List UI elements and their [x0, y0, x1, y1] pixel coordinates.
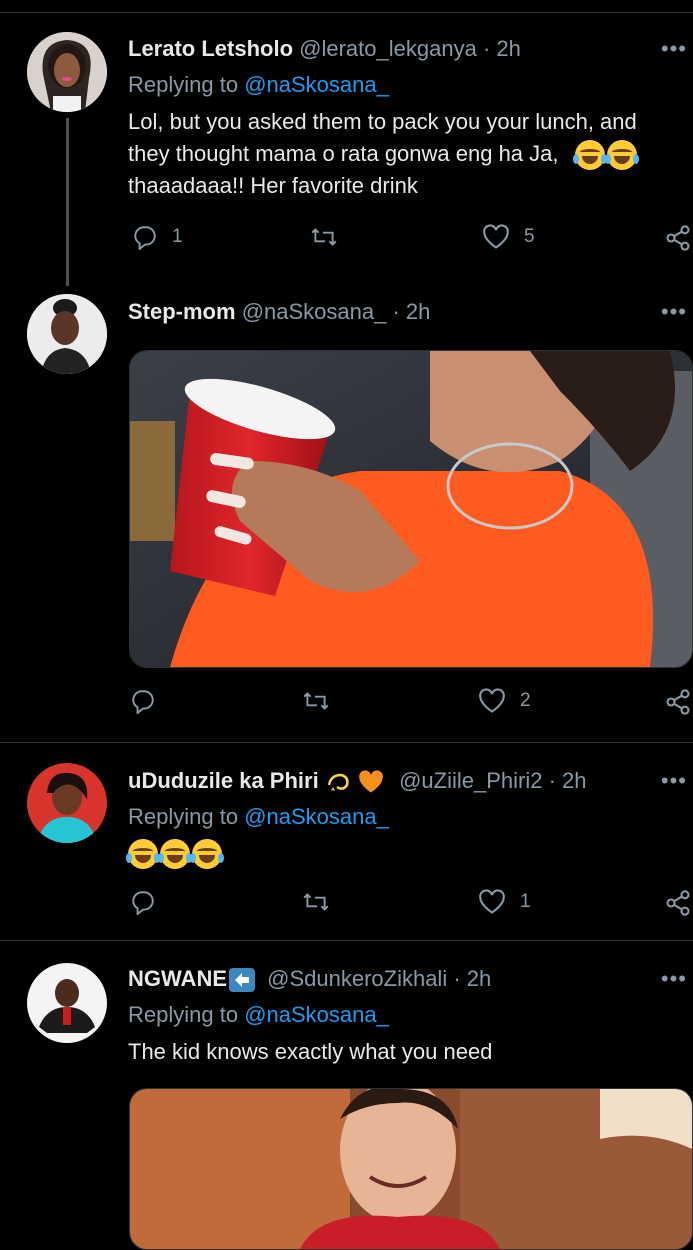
- tweet-text-line: Lol, but you asked them to pack you your…: [128, 109, 637, 134]
- tweet-text: The kid knows exactly what you need: [128, 1039, 493, 1064]
- tweet-text-line-2: they thought mama o rata gonwa eng ha Ja…: [128, 138, 691, 171]
- replying-prefix: Replying to: [128, 1002, 245, 1027]
- display-name[interactable]: NGWANE: [128, 966, 227, 991]
- more-icon[interactable]: •••: [661, 38, 687, 60]
- like-button[interactable]: 2: [478, 688, 531, 714]
- timestamp[interactable]: · 2h: [549, 768, 587, 793]
- retweet-button[interactable]: [302, 688, 330, 714]
- retweet-icon: [311, 228, 337, 246]
- retweet-button[interactable]: [310, 224, 338, 250]
- tweet-actions: 1: [128, 889, 693, 923]
- dizzy-emoji: [325, 769, 351, 795]
- tweet-image[interactable]: [129, 350, 693, 668]
- tweet-lerato[interactable]: Lerato Letsholo @lerato_lekganya · 2h ••…: [0, 0, 693, 290]
- replying-to: Replying to @naSkosana_: [128, 1002, 389, 1028]
- handle[interactable]: @uZiile_Phiri2: [399, 768, 542, 793]
- tweet-image[interactable]: [129, 1088, 693, 1250]
- laughing-tears-emoji: [158, 839, 192, 870]
- share-icon: [666, 225, 690, 251]
- like-icon: [479, 889, 505, 914]
- share-button[interactable]: [664, 224, 692, 252]
- replying-to: Replying to @naSkosana_: [128, 72, 389, 98]
- handle[interactable]: @naSkosana_: [242, 299, 387, 324]
- share-button[interactable]: [664, 688, 692, 716]
- replying-prefix: Replying to: [128, 72, 245, 97]
- display-name[interactable]: uDuduzile ka Phiri: [128, 768, 319, 793]
- timestamp[interactable]: · 2h: [483, 36, 521, 61]
- display-name[interactable]: Step-mom: [128, 299, 236, 324]
- tweet-header: Step-mom @naSkosana_ · 2h: [128, 299, 430, 325]
- handle[interactable]: @SdunkeroZikhali: [267, 966, 447, 991]
- like-count: 5: [524, 226, 535, 247]
- tweet-header: uDuduzile ka Phiri @uZiile_Phiri2 · 2h: [128, 768, 587, 795]
- tweet-text: Lol, but you asked them to pack you your…: [128, 106, 691, 202]
- more-icon[interactable]: •••: [661, 301, 687, 323]
- avatar[interactable]: [27, 963, 107, 1043]
- replying-prefix: Replying to: [128, 804, 245, 829]
- retweet-icon: [303, 692, 329, 710]
- laughing-tears-emoji: [190, 839, 224, 870]
- tweet-stepmom[interactable]: Step-mom @naSkosana_ · 2h ••• 2: [0, 290, 693, 742]
- reply-button[interactable]: [130, 889, 156, 915]
- orange-heart-emoji: [357, 769, 385, 795]
- tweet-ngwane[interactable]: NGWANE @SdunkeroZikhali · 2h ••• Replyin…: [0, 941, 693, 1250]
- tweet-actions: 1 5: [128, 224, 693, 258]
- tweet-header: NGWANE @SdunkeroZikhali · 2h: [128, 966, 491, 993]
- laughing-tears-emoji: [604, 140, 639, 171]
- share-button[interactable]: [664, 889, 692, 917]
- tweet-header: Lerato Letsholo @lerato_lekganya · 2h: [128, 36, 521, 62]
- reply-icon: [132, 891, 154, 915]
- like-button[interactable]: 5: [482, 224, 535, 250]
- reply-button[interactable]: [130, 688, 156, 714]
- tweet-text-line: they thought mama o rata gonwa eng ha Ja…: [128, 141, 559, 166]
- more-icon[interactable]: •••: [661, 770, 687, 792]
- replying-to-link[interactable]: @naSkosana_: [244, 1002, 389, 1027]
- like-button[interactable]: 1: [478, 889, 531, 915]
- left-arrow-emoji: [229, 968, 255, 993]
- thread-line: [66, 118, 69, 286]
- tweet-duduzile[interactable]: uDuduzile ka Phiri @uZiile_Phiri2 · 2h •…: [0, 743, 693, 939]
- like-count: 1: [520, 891, 531, 912]
- avatar[interactable]: [27, 294, 107, 374]
- like-icon: [483, 224, 509, 249]
- retweet-button[interactable]: [302, 889, 330, 915]
- display-name[interactable]: Lerato Letsholo: [128, 36, 293, 61]
- reply-icon: [134, 226, 156, 250]
- tweet-text-line: thaaadaaa!! Her favorite drink: [128, 173, 418, 199]
- avatar[interactable]: [27, 763, 107, 843]
- more-icon[interactable]: •••: [661, 968, 687, 990]
- tweet-actions: 2: [128, 688, 693, 722]
- replying-to-link[interactable]: @naSkosana_: [244, 72, 389, 97]
- retweet-icon: [303, 893, 329, 911]
- like-count: 2: [520, 690, 531, 711]
- laughing-tears-emoji: [126, 839, 160, 870]
- laughing-tears-emoji: [572, 140, 607, 171]
- like-icon: [479, 688, 505, 713]
- replying-to: Replying to @naSkosana_: [128, 804, 389, 830]
- handle[interactable]: @lerato_lekganya: [299, 36, 477, 61]
- share-icon: [666, 689, 690, 715]
- reply-button[interactable]: 1: [132, 224, 183, 250]
- tweet-text: [126, 837, 691, 870]
- reply-icon: [132, 690, 154, 714]
- timestamp[interactable]: · 2h: [392, 299, 430, 324]
- reply-count: 1: [172, 226, 183, 247]
- share-icon: [666, 890, 690, 916]
- timestamp[interactable]: · 2h: [453, 966, 491, 991]
- replying-to-link[interactable]: @naSkosana_: [244, 804, 389, 829]
- avatar[interactable]: [27, 32, 107, 112]
